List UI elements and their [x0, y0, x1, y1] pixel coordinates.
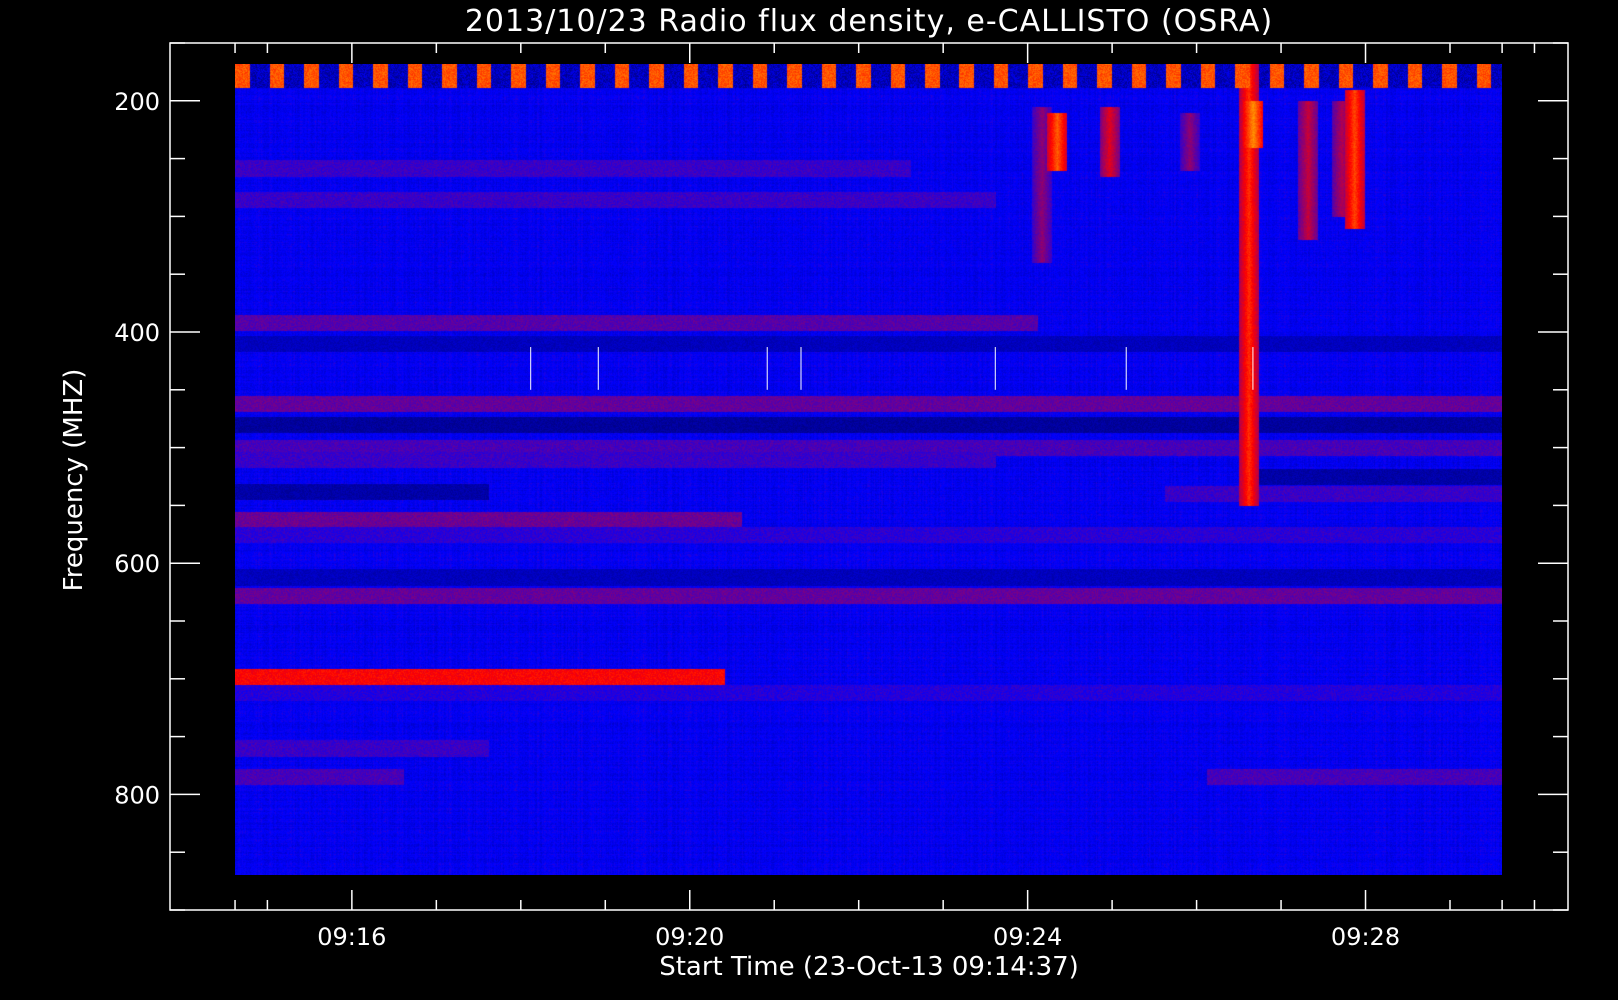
spectrogram-image — [235, 64, 1502, 875]
chart-title: 2013/10/23 Radio flux density, e-CALLIST… — [465, 4, 1273, 39]
spectrogram-raster — [235, 64, 1502, 875]
x-axis-label: Start Time (23-Oct-13 09:14:37) — [659, 952, 1079, 982]
spectrogram-chart: 09:16 09:20 09:24 09:28 200 400 600 800 2013/10… — [0, 0, 1618, 1000]
x-tick-label: 09:24 — [993, 923, 1062, 951]
x-tick-label: 09:16 — [317, 923, 386, 951]
y-tick-label: 600 — [114, 550, 160, 578]
y-tick-label: 800 — [114, 781, 160, 809]
y-axis-label: Frequency (MHZ) — [59, 369, 89, 592]
x-tick-label: 09:28 — [1331, 923, 1400, 951]
y-tick-label: 200 — [114, 88, 160, 116]
x-tick-label: 09:20 — [655, 923, 724, 951]
y-tick-label: 400 — [114, 319, 160, 347]
